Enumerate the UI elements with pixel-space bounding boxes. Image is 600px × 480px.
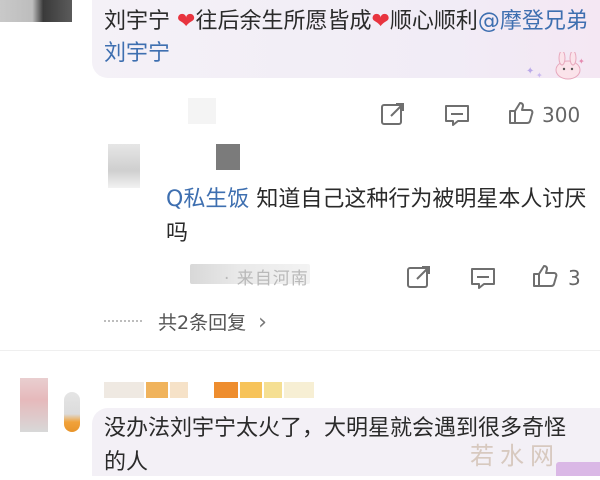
heart-emoji-icon: ❤ xyxy=(371,9,390,34)
watermark-text: 若水网 xyxy=(470,442,560,470)
level-badge xyxy=(170,382,188,398)
like-count: 300 xyxy=(542,103,581,127)
reply-like-count: 3 xyxy=(568,266,581,290)
commenter-avatar-blurred[interactable] xyxy=(20,378,48,432)
reply-user-badge-blurred xyxy=(216,144,240,170)
blurred-avatar xyxy=(188,98,216,124)
reply-avatar-blurred[interactable] xyxy=(108,144,140,188)
more-replies-label: 共2条回复 xyxy=(158,312,247,334)
comment-icon[interactable] xyxy=(444,103,470,127)
view-more-replies-link[interactable]: 共2条回复 › xyxy=(158,308,267,335)
comment-icon[interactable] xyxy=(470,266,496,290)
level-badge xyxy=(240,382,262,398)
reply-topic-link[interactable]: Q私生饭 xyxy=(166,187,249,212)
svg-text:✦: ✦ xyxy=(578,57,585,66)
share-icon[interactable] xyxy=(406,265,432,289)
svg-text:✦: ✦ xyxy=(536,71,543,80)
svg-text:✦: ✦ xyxy=(526,66,534,77)
reply-location: · 来自河南 xyxy=(224,269,309,289)
comment-text-part: 往后余生所愿皆成 xyxy=(195,9,372,34)
level-badge xyxy=(146,382,168,398)
reply-text: Q私生饭 知道自己这种行为被明星本人讨厌吗 xyxy=(166,183,596,251)
username-blurred xyxy=(104,382,144,398)
heart-emoji-icon: ❤ xyxy=(177,9,196,34)
reply-thread-divider xyxy=(104,320,142,322)
comment-text-part: 顺心顺利 xyxy=(389,9,478,34)
commenter-avatar-blurred[interactable] xyxy=(0,0,72,22)
chevron-right-icon: › xyxy=(258,310,267,335)
comment-divider xyxy=(0,350,600,351)
level-badge xyxy=(264,382,282,398)
comment-text: 刘宇宁 ❤往后余生所愿皆成❤顺心顺利@摩登兄弟刘宇宁 xyxy=(104,6,590,70)
level-badge xyxy=(284,382,314,398)
bunny-sticker-icon: ✦ ✦ ✦ xyxy=(526,52,585,80)
user-badge-icon xyxy=(64,392,80,432)
thumbs-up-icon[interactable] xyxy=(532,264,558,288)
comment-text-part: 刘宇宁 xyxy=(104,9,177,34)
share-icon[interactable] xyxy=(380,102,406,126)
thumbs-up-icon[interactable] xyxy=(508,101,534,125)
watermark-tag xyxy=(556,462,600,476)
level-badge xyxy=(214,382,238,398)
